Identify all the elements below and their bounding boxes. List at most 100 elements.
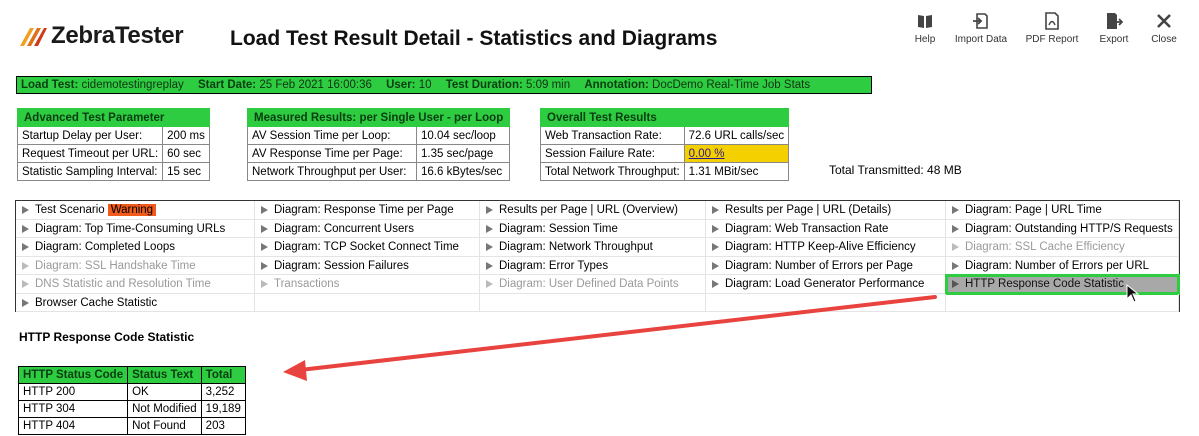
nav-label: Diagram: Page | URL Time: [965, 204, 1102, 216]
param-label: Startup Delay per User:: [16, 126, 164, 145]
triangle-right-icon: [261, 261, 268, 270]
import-data-button[interactable]: Import Data: [945, 8, 1017, 45]
param-value: 60 sec: [162, 144, 210, 163]
nav-empty-cell: [255, 293, 480, 312]
overall-value: 1.31 MBit/sec: [683, 162, 790, 181]
nav-session-time[interactable]: Diagram: Session Time: [480, 219, 706, 238]
nav-error-types[interactable]: Diagram: Error Types: [480, 256, 706, 275]
load-test-value: cidemotestingreplay: [81, 79, 184, 91]
export-label: Export: [1099, 34, 1129, 45]
nav-row: Test Scenario Warning Diagram: Response T…: [16, 201, 1179, 220]
nav-ssl-handshake-time: Diagram: SSL Handshake Time: [16, 256, 255, 275]
nav-completed-loops[interactable]: Diagram: Completed Loops: [16, 238, 255, 257]
nav-label: Diagram: Web Transaction Rate: [725, 222, 889, 235]
overall-label: Total Network Throughput:: [540, 162, 685, 181]
status-code-cell: HTTP 404: [17, 417, 129, 435]
param-value: 200 ms: [162, 126, 210, 145]
nav-label: Diagram: Error Types: [499, 259, 609, 272]
duration-value: 5:09 min: [526, 79, 571, 91]
nav-outstanding-requests[interactable]: Diagram: Outstanding HTTP/S Requests: [946, 219, 1179, 238]
export-icon: [1107, 13, 1123, 29]
measured-header: Measured Results: per Single User - per …: [246, 108, 511, 127]
nav-label: Diagram: HTTP Keep-Alive Efficiency: [725, 241, 916, 253]
measured-results-table: Measured Results: per Single User - per …: [246, 108, 511, 181]
nav-ssl-cache-efficiency: Diagram: SSL Cache Efficiency: [946, 238, 1179, 257]
nav-test-scenario[interactable]: Test Scenario Warning: [16, 201, 255, 220]
nav-page-url-time[interactable]: Diagram: Page | URL Time: [946, 201, 1179, 220]
close-label: Close: [1151, 34, 1177, 45]
overall-label: Session Failure Rate:: [540, 144, 685, 163]
nav-label: Diagram: TCP Socket Connect Time: [274, 241, 459, 253]
result-value: 1.35 sec/page: [415, 144, 511, 163]
nav-http-response-code-statistic[interactable]: HTTP Response Code Statistic: [945, 274, 1180, 295]
nav-response-time-per-page[interactable]: Diagram: Response Time per Page: [255, 201, 480, 220]
param-value: 15 sec: [162, 162, 210, 181]
export-button[interactable]: Export: [1087, 8, 1141, 45]
nav-label: HTTP Response Code Statistic: [965, 278, 1124, 290]
nav-empty-cell: [706, 293, 946, 312]
total-cell: 19,189: [200, 400, 246, 418]
total-transmitted: Total Transmitted: 48 MB: [829, 163, 962, 177]
nav-browser-cache-statistic[interactable]: Browser Cache Statistic: [16, 293, 255, 312]
import-data-label: Import Data: [954, 34, 1008, 45]
nav-dns-statistic: DNS Statistic and Resolution Time: [16, 275, 255, 294]
triangle-right-icon: [952, 224, 959, 233]
nav-tcp-socket-connect-time[interactable]: Diagram: TCP Socket Connect Time: [255, 238, 480, 257]
triangle-right-icon: [712, 280, 719, 288]
nav-web-transaction-rate[interactable]: Diagram: Web Transaction Rate: [706, 219, 946, 238]
logo-text: ZebraTester: [51, 22, 184, 49]
nav-keep-alive-efficiency[interactable]: Diagram: HTTP Keep-Alive Efficiency: [706, 238, 946, 257]
total-cell: 203: [200, 417, 246, 435]
param-label: Request Timeout per URL:: [16, 144, 164, 163]
nav-load-generator-performance[interactable]: Diagram: Load Generator Performance: [706, 275, 946, 294]
zebratester-logo: ZebraTester: [18, 22, 184, 50]
triangle-right-icon: [22, 224, 29, 233]
overall-label: Web Transaction Rate:: [540, 126, 685, 145]
triangle-right-icon: [261, 280, 268, 288]
overall-value: 72.6 URL calls/sec: [683, 126, 790, 145]
triangle-right-icon: [712, 261, 719, 270]
overall-header: Overall Test Results: [539, 108, 790, 127]
table-row: HTTP 404 Not Found 203: [17, 417, 246, 435]
pdf-report-button[interactable]: PDF Report: [1017, 8, 1087, 45]
nav-label: Diagram: Completed Loops: [35, 241, 175, 253]
close-button[interactable]: Close: [1141, 8, 1187, 45]
triangle-right-icon: [952, 280, 959, 288]
result-label: Network Throughput per User:: [247, 162, 417, 181]
test-info-bar: Load Test: cidemotestingreplay Start Dat…: [16, 76, 872, 94]
triangle-right-icon: [952, 243, 959, 251]
pdf-report-label: PDF Report: [1025, 34, 1079, 45]
start-date-value: 25 Feb 2021 16:00:36: [259, 79, 372, 91]
nav-label: Diagram: Session Failures: [274, 259, 409, 272]
nav-concurrent-users[interactable]: Diagram: Concurrent Users: [255, 219, 480, 238]
nav-label: Diagram: Session Time: [499, 222, 618, 235]
nav-errors-per-page[interactable]: Diagram: Number of Errors per Page: [706, 256, 946, 275]
column-header: HTTP Status Code: [17, 366, 129, 384]
pdf-icon: [1045, 12, 1059, 30]
triangle-right-icon: [22, 261, 29, 270]
nav-empty-cell: [946, 293, 1179, 312]
nav-errors-per-url[interactable]: Diagram: Number of Errors per URL: [946, 256, 1179, 275]
nav-user-defined-data-points: Diagram: User Defined Data Points: [480, 275, 706, 294]
nav-label: Diagram: Response Time per Page: [274, 204, 454, 216]
column-header: Status Text: [127, 366, 202, 384]
nav-results-overview[interactable]: Results per Page | URL (Overview): [480, 201, 706, 220]
triangle-right-icon: [22, 206, 29, 214]
table-row: HTTP 304 Not Modified 19,189: [17, 400, 246, 418]
nav-label: Diagram: Top Time-Consuming URLs: [35, 222, 226, 235]
nav-session-failures[interactable]: Diagram: Session Failures: [255, 256, 480, 275]
total-cell: 3,252: [200, 383, 246, 401]
nav-label: Diagram: Outstanding HTTP/S Requests: [965, 222, 1173, 235]
nav-top-time-consuming-urls[interactable]: Diagram: Top Time-Consuming URLs: [16, 219, 255, 238]
toolbar: Help Import Data PDF Report Export Close: [905, 8, 1187, 45]
session-failure-rate-link[interactable]: 0.00 %: [683, 144, 790, 163]
help-button[interactable]: Help: [905, 8, 945, 45]
triangle-right-icon: [22, 280, 29, 288]
nav-network-throughput[interactable]: Diagram: Network Throughput: [480, 238, 706, 257]
advanced-parameter-table: Advanced Test Parameter Startup Delay pe…: [16, 108, 210, 181]
triangle-right-icon: [486, 243, 493, 251]
book-icon: [918, 15, 932, 28]
nav-results-details[interactable]: Results per Page | URL (Details): [706, 201, 946, 220]
nav-row: Diagram: Top Time-Consuming URLs Diagram…: [16, 219, 1179, 238]
advanced-header: Advanced Test Parameter: [17, 108, 210, 127]
